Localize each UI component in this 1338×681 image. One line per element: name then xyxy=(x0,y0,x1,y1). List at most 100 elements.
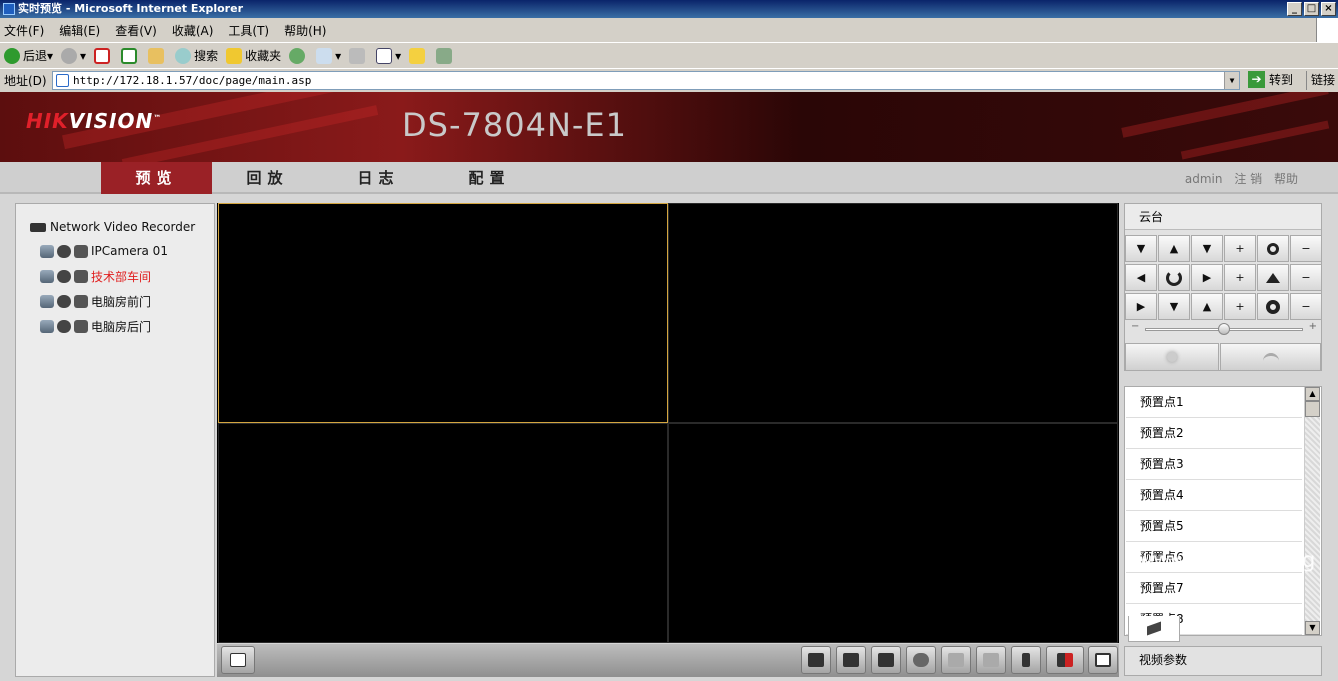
zoom-button[interactable] xyxy=(906,646,936,674)
ptz-speed-slider[interactable]: − + xyxy=(1131,321,1317,335)
history-button[interactable] xyxy=(289,47,308,64)
slider-knob[interactable] xyxy=(1218,323,1230,335)
menu-help[interactable]: 帮助(H) xyxy=(284,22,326,39)
mail-button[interactable]: ▾ xyxy=(316,47,341,64)
light-button[interactable] xyxy=(1125,343,1219,371)
menu-favorites[interactable]: 收藏(A) xyxy=(172,22,214,39)
focus-button[interactable] xyxy=(1257,264,1289,291)
ptz-down-right[interactable]: ▲ xyxy=(1191,293,1223,320)
ptz-up-right[interactable]: ▼ xyxy=(1191,235,1223,262)
go-button[interactable]: ➔ 转到 xyxy=(1248,71,1293,88)
messenger-button[interactable] xyxy=(436,47,455,64)
home-button[interactable] xyxy=(148,47,167,64)
record-icon xyxy=(74,270,88,283)
focus-far-button[interactable]: − xyxy=(1290,264,1322,291)
forward-button[interactable]: ▾ xyxy=(61,47,86,64)
preset-tab[interactable] xyxy=(1128,616,1180,642)
links-button[interactable]: 链接 xyxy=(1306,71,1338,90)
device-tree: Network Video Recorder IPCamera 01 技术部车间… xyxy=(15,203,215,677)
forward-arrow-icon xyxy=(61,47,78,64)
tab-playback[interactable]: 回放 xyxy=(212,162,323,194)
tab-preview[interactable]: 预览 xyxy=(101,162,212,194)
back-button[interactable]: 后退 ▾ xyxy=(4,47,53,64)
audio-button[interactable] xyxy=(1046,646,1084,674)
focus-near-button[interactable]: + xyxy=(1224,264,1256,291)
iris-open-button[interactable]: + xyxy=(1224,293,1256,320)
layout-button[interactable] xyxy=(221,646,255,674)
preset-item[interactable]: 预置点1 xyxy=(1126,387,1302,418)
iris-close-button[interactable]: − xyxy=(1290,293,1322,320)
zoom-button[interactable] xyxy=(1257,235,1289,262)
scroll-thumb[interactable] xyxy=(1305,401,1320,417)
refresh-icon xyxy=(121,47,138,64)
wiper-icon xyxy=(1262,353,1279,361)
ptz-down-left[interactable]: ▶ xyxy=(1125,293,1157,320)
back-arrow-icon xyxy=(4,47,20,64)
print-button[interactable] xyxy=(349,47,368,64)
zoom-icon xyxy=(913,653,929,667)
wiper-button[interactable] xyxy=(1220,343,1321,371)
preset-item[interactable]: 预置点2 xyxy=(1126,418,1302,449)
logout-link[interactable]: 注 销 xyxy=(1234,172,1262,186)
ptz-right[interactable]: ▶ xyxy=(1191,264,1223,291)
address-dropdown-icon[interactable]: ▼ xyxy=(1224,72,1239,89)
prev-button[interactable] xyxy=(941,646,971,674)
messenger-icon xyxy=(436,47,453,64)
maximize-button[interactable]: □ xyxy=(1304,2,1319,16)
talk-button[interactable] xyxy=(1011,646,1041,674)
zoom-out-button[interactable]: − xyxy=(1290,235,1322,262)
tree-camera[interactable]: 电脑房前门 xyxy=(40,293,151,310)
help-link[interactable]: 帮助 xyxy=(1274,172,1298,186)
menu-view[interactable]: 查看(V) xyxy=(115,22,157,39)
ptz-down[interactable]: ▼ xyxy=(1158,293,1190,320)
fullscreen-button[interactable] xyxy=(1088,646,1118,674)
address-input[interactable]: http://172.18.1.57/doc/page/main.asp ▼ xyxy=(52,71,1240,90)
record-icon xyxy=(74,244,88,258)
snapshot-button[interactable] xyxy=(836,646,866,674)
menu-tools[interactable]: 工具(T) xyxy=(228,22,269,39)
zoom-in-button[interactable]: + xyxy=(1224,235,1256,262)
ptz-left[interactable]: ◀ xyxy=(1125,264,1157,291)
stop-button[interactable] xyxy=(94,47,113,64)
tree-camera-selected[interactable]: 技术部车间 xyxy=(40,268,151,285)
ptz-auto[interactable] xyxy=(1158,264,1190,291)
tab-log[interactable]: 日志 xyxy=(323,162,434,194)
tree-camera[interactable]: 电脑房后门 xyxy=(40,318,151,335)
home-icon xyxy=(148,47,165,64)
next-button[interactable] xyxy=(976,646,1006,674)
tab-config[interactable]: 配置 xyxy=(434,162,545,194)
preset-item[interactable]: 预置点7 xyxy=(1126,573,1302,604)
record-button[interactable] xyxy=(871,646,901,674)
favorites-button[interactable]: 收藏夹 xyxy=(226,47,281,64)
scroll-down-icon[interactable]: ▼ xyxy=(1305,621,1320,635)
preset-item[interactable]: 预置点5 xyxy=(1126,511,1302,542)
preset-scrollbar[interactable]: ▲ ▼ xyxy=(1304,387,1320,635)
video-pane-4[interactable] xyxy=(668,423,1118,643)
menu-edit[interactable]: 编辑(E) xyxy=(59,22,100,39)
ptz-up-left[interactable]: ▼ xyxy=(1125,235,1157,262)
tree-camera[interactable]: IPCamera 01 xyxy=(40,244,168,258)
video-pane-2[interactable] xyxy=(668,203,1118,423)
preset-item[interactable]: 预置点3 xyxy=(1126,449,1302,480)
video-pane-3[interactable] xyxy=(218,423,668,643)
minimize-button[interactable]: _ xyxy=(1287,2,1302,16)
close-button[interactable]: × xyxy=(1321,2,1336,16)
menu-file[interactable]: 文件(F) xyxy=(4,22,44,39)
record-icon xyxy=(878,653,894,667)
scroll-up-icon[interactable]: ▲ xyxy=(1305,387,1320,401)
search-button[interactable]: 搜索 xyxy=(175,47,218,64)
iris-button[interactable] xyxy=(1257,293,1289,320)
preset-item[interactable]: 预置点4 xyxy=(1126,480,1302,511)
stop-all-button[interactable] xyxy=(801,646,831,674)
video-params-tab[interactable]: 视频参数 xyxy=(1124,646,1322,676)
left-arrow-icon xyxy=(948,653,964,667)
discuss-button[interactable] xyxy=(409,47,428,64)
camera-status-icon xyxy=(57,320,71,333)
refresh-button[interactable] xyxy=(121,47,140,64)
video-pane-1[interactable] xyxy=(218,203,668,423)
edit-button[interactable]: ▾ xyxy=(376,47,401,64)
ptz-up[interactable]: ▲ xyxy=(1158,235,1190,262)
tree-root[interactable]: Network Video Recorder xyxy=(30,220,195,234)
mail-icon xyxy=(316,47,333,64)
fullscreen-icon xyxy=(1095,653,1111,667)
